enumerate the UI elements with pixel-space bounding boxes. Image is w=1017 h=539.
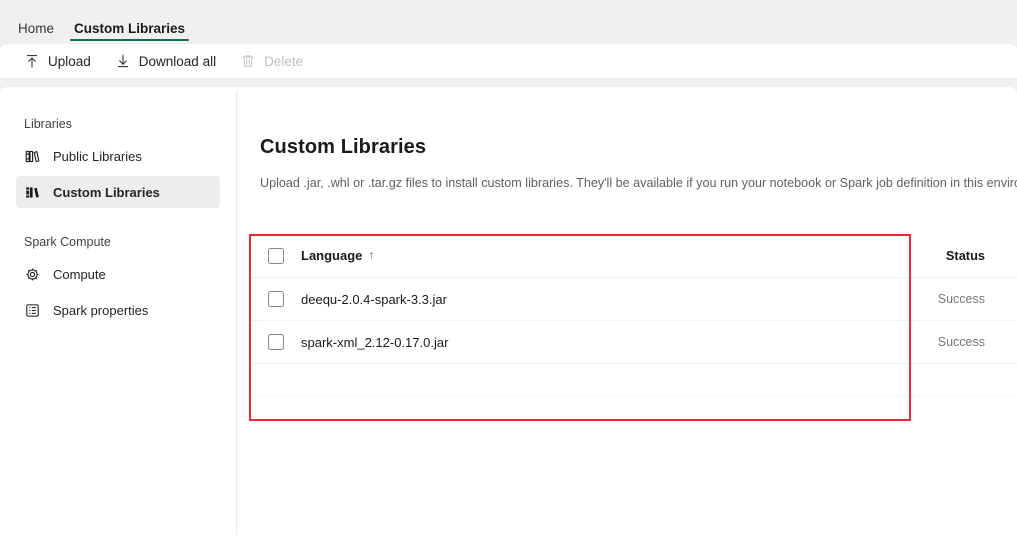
custom-library-books-icon <box>24 184 41 201</box>
sort-ascending-icon: ↑ <box>368 248 375 263</box>
command-toolbar: Upload Download all Delete <box>0 44 1017 78</box>
row-library-name: deequ-2.0.4-spark-3.3.jar <box>301 291 447 307</box>
row-status: Success <box>937 335 985 349</box>
sidebar-item-spark-properties[interactable]: Spark properties <box>16 294 220 326</box>
column-header-language-label: Language <box>301 248 363 263</box>
table-header-row: Language ↑ Status <box>249 234 1017 278</box>
delete-label: Delete <box>264 53 304 69</box>
sidebar-item-custom-libraries[interactable]: Custom Libraries <box>16 176 220 208</box>
sidebar-item-label: Custom Libraries <box>53 184 160 200</box>
column-header-language[interactable]: Language ↑ <box>284 248 897 263</box>
arrow-up-bar-icon <box>24 53 40 69</box>
download-all-label: Download all <box>138 53 217 69</box>
trash-icon <box>240 53 256 69</box>
tab-custom-libraries[interactable]: Custom Libraries <box>64 21 195 45</box>
sidebar-item-label: Compute <box>53 266 106 282</box>
table-row[interactable]: spark-xml_2.12-0.17.0.jar Success <box>249 321 1017 364</box>
sidebar: Libraries Public Libraries Custom Librar… <box>0 87 236 539</box>
chip-gear-icon <box>24 266 41 283</box>
libraries-table: Language ↑ Status deequ-2.0.4-spark-3.3.… <box>249 234 1017 397</box>
column-header-status[interactable]: Status <box>897 248 1017 263</box>
row-checkbox[interactable] <box>268 334 284 350</box>
sidebar-section-libraries: Libraries <box>24 117 72 131</box>
sidebar-item-label: Public Libraries <box>53 148 142 164</box>
tab-home[interactable]: Home <box>8 21 64 45</box>
public-library-books-icon <box>24 148 41 165</box>
page-title: Custom Libraries <box>260 136 427 158</box>
sidebar-item-compute[interactable]: Compute <box>16 258 220 290</box>
download-all-button[interactable]: Download all <box>105 48 226 74</box>
upload-label: Upload <box>48 53 91 69</box>
upload-button[interactable]: Upload <box>14 48 101 74</box>
main-panel: Libraries Public Libraries Custom Librar… <box>0 87 1017 539</box>
row-checkbox[interactable] <box>268 291 284 307</box>
delete-button[interactable]: Delete <box>230 48 313 74</box>
list-properties-icon <box>24 302 41 319</box>
table-row[interactable]: deequ-2.0.4-spark-3.3.jar Success <box>249 278 1017 321</box>
top-tabstrip: Home Custom Libraries <box>0 0 1017 44</box>
sidebar-item-label: Spark properties <box>53 302 149 318</box>
sidebar-item-public-libraries[interactable]: Public Libraries <box>16 140 220 172</box>
sidebar-section-spark-compute: Spark Compute <box>24 235 111 249</box>
select-all-checkbox[interactable] <box>268 247 284 264</box>
content-area: Custom Libraries Upload .jar, .whl or .t… <box>236 87 1017 539</box>
row-status: Success <box>937 292 985 306</box>
page-description: Upload .jar, .whl or .tar.gz files to in… <box>260 176 1017 190</box>
custom-libraries-page: Home Custom Libraries Upload Download al… <box>0 0 1017 539</box>
row-library-name: spark-xml_2.12-0.17.0.jar <box>301 334 449 350</box>
table-empty-tail <box>249 364 1017 397</box>
arrow-down-bar-icon <box>115 53 131 69</box>
